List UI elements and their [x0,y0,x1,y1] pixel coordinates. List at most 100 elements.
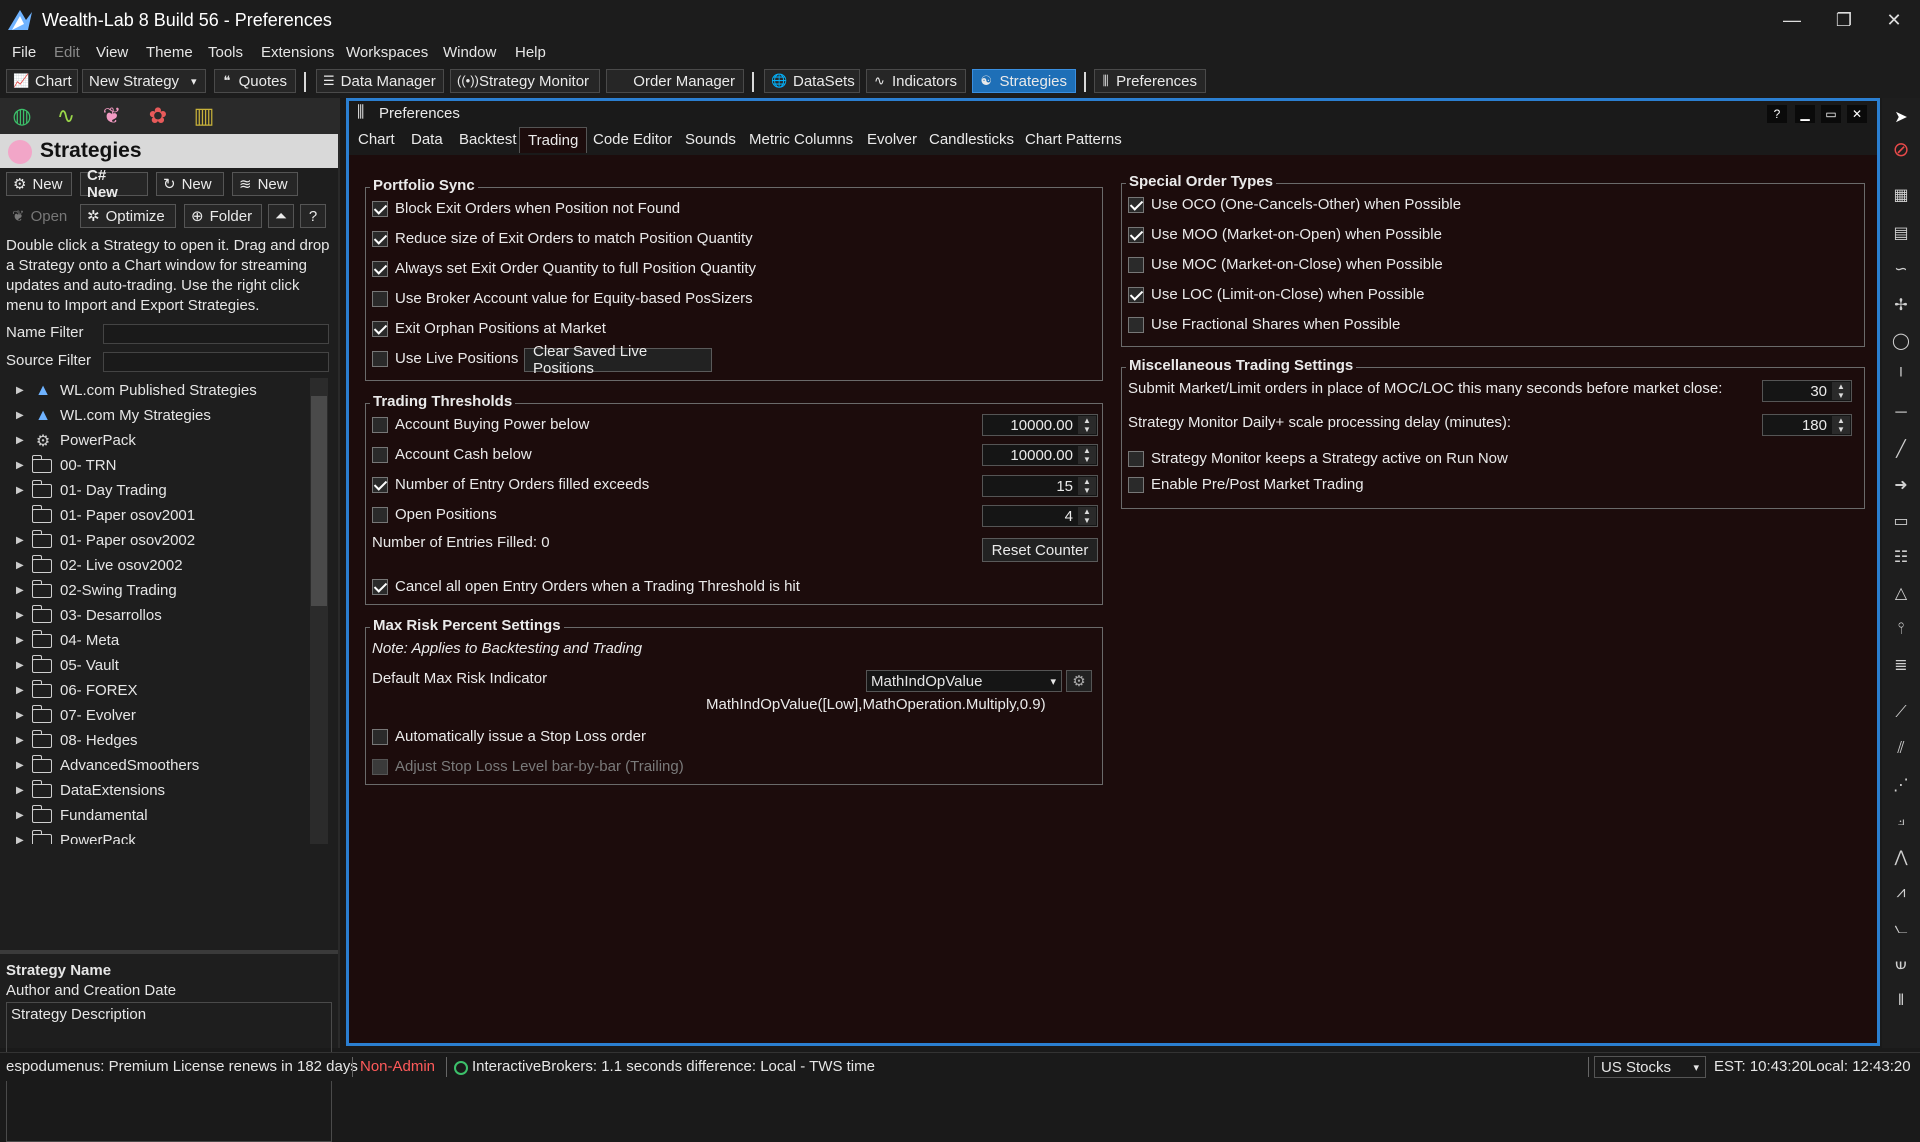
checkbox-checked[interactable] [1128,196,1144,213]
preferences-button[interactable]: ⫼ Preferences [1094,69,1206,93]
checkbox-checked[interactable] [372,260,388,277]
spin-arrows-icon[interactable]: ▲ ▼ [1078,507,1096,525]
spin-arrows-icon[interactable]: ▲ ▼ [1078,416,1096,434]
regression-icon[interactable]: ⋰ [1890,774,1912,796]
use-moc-checkbox[interactable]: Use MOC (Market-on-Close) when Possible [1128,256,1443,273]
auto-stop-loss-checkbox[interactable]: Automatically issue a Stop Loss order [372,728,646,745]
spin-arrows-icon[interactable]: ▲ ▼ [1078,477,1096,495]
exit-orphan-checkbox[interactable]: Exit Orphan Positions at Market [372,320,606,337]
spin-arrows-icon[interactable]: ▲ ▼ [1078,446,1096,464]
elliott-icon[interactable]: ⋀ [1890,846,1912,868]
tree-item[interactable]: ▶ 01- Paper osov2002 [6,528,195,553]
reduce-exit-size-checkbox[interactable]: Reduce size of Exit Orders to match Posi… [372,230,753,247]
tab-evolver[interactable]: Evolver [867,131,917,148]
tree-item[interactable]: ▶ 02- Live osov2002 [6,553,183,578]
help-button[interactable]: ? [300,204,326,228]
tree-item[interactable]: ▶ ⚙ PowerPack [6,428,136,453]
cluster-icon[interactable]: ✿ [144,102,172,130]
buying-power-spinner[interactable]: 10000.00 ▲ ▼ [982,414,1098,436]
tree-item[interactable]: ▶ AdvancedSmoothers [6,753,199,778]
use-moo-checkbox[interactable]: Use MOO (Market-on-Open) when Possible [1128,226,1442,243]
checkbox[interactable] [372,350,388,367]
brain-icon[interactable]: ❦ [98,102,126,130]
tree-scrollbar-thumb[interactable] [311,396,327,606]
datasets-button[interactable]: 🌐 DataSets [764,69,860,93]
horizontal-line-icon[interactable]: ─ [1890,402,1912,424]
tree-item[interactable]: ▶ 04- Meta [6,628,119,653]
tab-candlesticks[interactable]: Candlesticks [929,131,1014,148]
checkbox[interactable] [1128,476,1144,493]
pitchfork-icon[interactable]: ⫯ [1890,618,1912,640]
checkbox-checked[interactable] [372,320,388,337]
expand-arrow-icon[interactable]: ▶ [16,710,28,721]
tree-item[interactable]: ▶ 08- Hedges [6,728,138,753]
optimize-button[interactable]: ✲ Optimize [80,204,176,228]
menu-help[interactable]: Help [515,44,546,61]
tab-trading[interactable]: Trading [519,127,588,153]
arrow-icon[interactable]: ➜ [1890,474,1912,496]
name-filter-input[interactable] [103,324,329,344]
data-manager-button[interactable]: ☰ Data Manager [316,69,444,93]
tree-item[interactable]: ▶ ▲ WL.com My Strategies [6,403,211,428]
use-oco-checkbox[interactable]: Use OCO (One-Cancels-Other) when Possibl… [1128,196,1461,213]
checkbox[interactable] [1128,450,1144,467]
chart-button[interactable]: 📈 Chart [6,69,78,93]
expand-arrow-icon[interactable]: ▶ [16,810,28,821]
checkbox-checked[interactable] [372,578,388,595]
new-blocks-strategy-button[interactable]: ⚙ New [6,172,72,196]
menu-file[interactable]: File [12,44,36,61]
checkbox-checked[interactable] [1128,286,1144,303]
pref-close-button[interactable]: ✕ [1847,105,1867,123]
tab-chart[interactable]: Chart [358,131,395,148]
globe-icon[interactable]: ◍ [8,102,36,130]
expand-arrow-icon[interactable]: ▶ [16,485,28,496]
pref-maximize-button[interactable]: ▭ [1821,105,1841,123]
expand-arrow-icon[interactable]: ▶ [16,735,28,746]
always-full-quantity-checkbox[interactable]: Always set Exit Order Quantity to full P… [372,260,756,277]
vertical-line-icon[interactable]: ╵ [1890,366,1912,388]
checkbox-checked[interactable] [372,476,388,493]
tab-data[interactable]: Data [411,131,443,148]
menu-extensions[interactable]: Extensions [261,44,334,61]
checkbox[interactable] [372,290,388,307]
tab-chart-patterns[interactable]: Chart Patterns [1025,131,1122,148]
checkbox[interactable] [1128,256,1144,273]
submit-seconds-spinner[interactable]: 30 ▲ ▼ [1762,380,1852,402]
menu-view[interactable]: View [96,44,128,61]
entry-orders-exceeds-checkbox[interactable]: Number of Entry Orders filled exceeds [372,476,649,493]
block-exit-orders-checkbox[interactable]: Block Exit Orders when Position not Foun… [372,200,680,217]
strategy-monitor-button[interactable]: ((•)) Strategy Monitor [450,69,600,93]
expand-arrow-icon[interactable]: ▶ [16,685,28,696]
panel-splitter[interactable] [0,950,338,954]
expand-arrow-icon[interactable]: ▶ [16,410,28,421]
market-dropdown[interactable]: US Stocks ▾ [1594,1056,1706,1078]
trendline-icon[interactable]: ╱ [1890,438,1912,460]
checkbox[interactable] [372,416,388,433]
new-rotation-strategy-button[interactable]: ↻ New [156,172,224,196]
cursor-icon[interactable]: ➤ [1890,106,1912,128]
expand-arrow-icon[interactable]: ▶ [16,660,28,671]
rectangle-icon[interactable]: ▭ [1890,510,1912,532]
note-icon[interactable]: ☷ [1890,546,1912,568]
tree-item[interactable]: ▶ 06- FOREX [6,678,138,703]
tree-item[interactable]: ▶ 07- Evolver [6,703,136,728]
max-risk-indicator-dropdown[interactable]: MathIndOpValue ▾ [866,670,1062,692]
tree-item[interactable]: ▶ Fundamental [6,803,148,828]
tree-item[interactable]: ▶ DataExtensions [6,778,165,803]
crosshair-icon[interactable]: ✢ [1890,294,1912,316]
source-filter-input[interactable] [103,352,329,372]
entry-orders-spinner[interactable]: 15 ▲ ▼ [982,475,1098,497]
tab-code-editor[interactable]: Code Editor [593,131,672,148]
sine-icon[interactable]: ⟒ [1890,954,1912,976]
cycle-icon[interactable]: ⩘ [1890,882,1912,904]
expand-arrow-icon[interactable]: ▶ [16,610,28,621]
checkbox-checked[interactable] [372,200,388,217]
tree-item[interactable]: ▶ 03- Desarrollos [6,603,162,628]
broker-equity-checkbox[interactable]: Use Broker Account value for Equity-base… [372,290,753,307]
checkbox-checked[interactable] [1128,226,1144,243]
collapse-all-button[interactable]: ⏶ [268,204,294,228]
menu-theme[interactable]: Theme [146,44,193,61]
wave-icon[interactable]: ∿ [52,102,80,130]
use-live-positions-checkbox[interactable]: Use Live Positions [372,350,518,367]
checkbox[interactable] [372,506,388,523]
